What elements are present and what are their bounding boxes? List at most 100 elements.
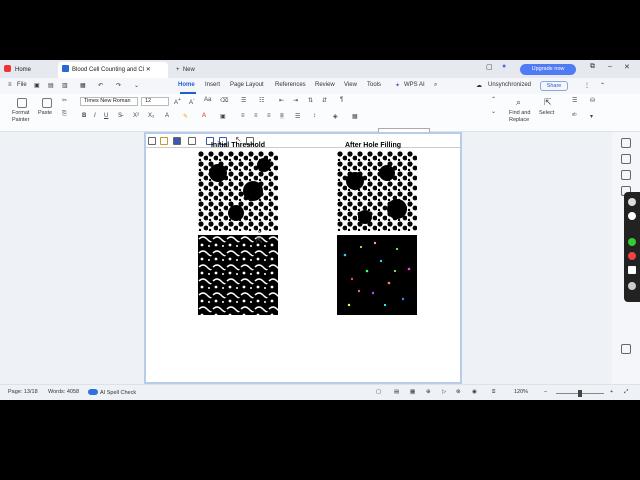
align-right-icon[interactable]: ≡ — [267, 113, 271, 119]
underline-button[interactable]: U — [104, 113, 108, 119]
database-icon[interactable]: ⛁ — [590, 97, 595, 104]
restore-icon[interactable]: ⧉ — [590, 63, 595, 71]
eye-icon[interactable]: ◉ — [472, 389, 477, 395]
zoom-out-button[interactable]: – — [544, 389, 547, 395]
zoom-level[interactable]: 120% — [514, 389, 528, 395]
collapse-ribbon-icon[interactable]: ⌃ — [600, 82, 605, 89]
menu-tools[interactable]: Tools — [367, 82, 381, 88]
grow-font-icon[interactable]: A+ — [174, 97, 181, 106]
bold-button[interactable]: B — [82, 113, 86, 119]
sidebar-settings-icon[interactable] — [621, 344, 631, 354]
align-left-icon[interactable]: ≡ — [241, 113, 245, 119]
page-view-icon[interactable]: ▦ — [410, 389, 416, 395]
bullets-icon[interactable]: ☰ — [241, 97, 246, 104]
close-icon[interactable]: ✕ — [624, 63, 630, 71]
sidebar-edit-icon[interactable] — [621, 154, 631, 164]
hamburger-icon[interactable]: ≡ — [8, 82, 12, 88]
gear-icon[interactable] — [628, 282, 636, 290]
italic-button[interactable]: I — [94, 113, 96, 119]
menu-insert[interactable]: Insert — [205, 82, 220, 88]
minimize-icon[interactable]: – — [608, 63, 612, 70]
tab-close-icon[interactable]: ✕ — [146, 67, 151, 73]
paste-icon[interactable] — [42, 98, 52, 108]
increase-indent-icon[interactable]: ⇥ — [293, 97, 298, 104]
share-button[interactable]: Share — [540, 81, 568, 91]
save-icon[interactable]: ▣ — [34, 82, 40, 89]
page-indicator[interactable]: Page: 13/18 — [8, 389, 38, 395]
window-tile-icon[interactable]: ▢ — [486, 63, 493, 71]
new-tab-button[interactable]: + New — [176, 62, 216, 78]
folder-icon[interactable]: ▤ — [48, 82, 54, 89]
char-border-icon[interactable]: ▣ — [220, 113, 226, 120]
play-icon[interactable]: ▷ — [442, 389, 446, 395]
shading-icon[interactable]: ◈ — [333, 113, 338, 120]
menu-page-layout[interactable]: Page Layout — [230, 82, 264, 88]
record-icon[interactable] — [628, 212, 636, 220]
outline-view-icon[interactable]: ▤ — [394, 389, 399, 395]
web-view-icon[interactable]: ⊕ — [426, 389, 431, 395]
format-painter-label[interactable]: Format Painter — [12, 110, 29, 124]
spell-check-toggle[interactable]: AI Spell Check — [88, 389, 136, 396]
find-replace-icon[interactable]: ⌕ — [516, 97, 521, 108]
menu-home[interactable]: Home — [178, 82, 195, 88]
microphone-icon[interactable] — [628, 238, 636, 246]
camera-icon[interactable] — [628, 198, 636, 206]
fit-icon[interactable]: ⌸ — [492, 389, 495, 396]
upgrade-button[interactable]: Upgrade now — [520, 64, 576, 75]
stop-icon[interactable] — [628, 252, 636, 260]
sync-status[interactable]: Unsynchronized — [488, 82, 531, 88]
open-folder-icon[interactable] — [160, 137, 168, 145]
change-case-icon[interactable]: Aa — [204, 97, 211, 103]
decrease-indent-icon[interactable]: ⇤ — [279, 97, 284, 104]
focus-mode-icon[interactable]: ▢ — [376, 389, 381, 395]
text-effect-icon[interactable]: A — [165, 113, 169, 119]
chevron-down-icon[interactable]: ⌄ — [134, 82, 139, 89]
more-icon[interactable]: ⋮ — [584, 82, 590, 89]
shrink-font-icon[interactable]: A- — [189, 97, 195, 106]
paste-label[interactable]: Paste — [38, 110, 52, 116]
sidebar-collapse-icon[interactable] — [621, 138, 631, 148]
redo-icon[interactable]: ↷ — [116, 82, 121, 89]
line-spacing-icon[interactable]: ↕ — [313, 113, 316, 119]
word-count[interactable]: Words: 4058 — [48, 389, 79, 395]
globe-icon[interactable]: ⊗ — [456, 389, 461, 395]
select-cursor-icon[interactable]: ⇱ — [544, 97, 552, 108]
find-replace-label[interactable]: Find and Replace — [509, 110, 530, 124]
font-size-select[interactable]: 12 — [141, 97, 169, 106]
superscript-icon[interactable]: X² — [133, 113, 139, 119]
select-label[interactable]: Select — [539, 110, 554, 116]
font-name-select[interactable]: Times New Roman — [80, 97, 138, 106]
print-icon[interactable]: ▥ — [62, 82, 68, 89]
menu-view[interactable]: View — [344, 82, 357, 88]
sort-icon[interactable]: ⇵ — [322, 97, 327, 104]
text-direction-icon[interactable]: ⇅ — [308, 97, 313, 104]
ribbon-more-icon[interactable]: ▾ — [590, 113, 593, 120]
sidebar-select-icon[interactable] — [621, 170, 631, 180]
print-preview-icon[interactable]: ▦ — [80, 82, 86, 89]
menu-file[interactable]: File — [17, 82, 27, 88]
borders-icon[interactable]: ▦ — [352, 113, 358, 120]
tab-home[interactable]: Home — [4, 62, 54, 78]
styles-scroll-down-icon[interactable]: ⌄ — [491, 108, 496, 115]
menu-review[interactable]: Review — [315, 82, 335, 88]
justify-icon[interactable]: ≡ — [280, 113, 284, 119]
undo-icon[interactable]: ↶ — [98, 82, 103, 89]
distribute-icon[interactable]: ☰ — [295, 113, 300, 120]
search-icon[interactable]: ⌕ — [434, 82, 437, 89]
format-painter-icon[interactable] — [17, 98, 27, 108]
show-marks-icon[interactable]: ¶ — [340, 97, 343, 103]
menu-references[interactable]: References — [275, 82, 306, 88]
spell-icon[interactable]: ᵃᵇ — [572, 113, 577, 119]
align-center-icon[interactable]: ≡ — [254, 113, 258, 119]
menu-wps-ai[interactable]: WPS AI — [404, 82, 425, 88]
zoom-in-button[interactable]: + — [610, 389, 613, 395]
avatar[interactable]: ● — [502, 63, 506, 70]
tab-document[interactable]: Blood Cell Counting and Cl ✕ — [58, 62, 168, 78]
strikethrough-icon[interactable]: S̶ — [118, 113, 122, 119]
subscript-icon[interactable]: X₂ — [148, 113, 154, 119]
zoom-slider-thumb[interactable] — [578, 390, 582, 397]
settings-list-icon[interactable]: ☰ — [572, 97, 577, 104]
clear-format-icon[interactable]: ⌫ — [220, 97, 228, 104]
highlight-icon[interactable]: ✎ — [183, 113, 188, 120]
cut-icon[interactable]: ✂ — [62, 97, 67, 104]
